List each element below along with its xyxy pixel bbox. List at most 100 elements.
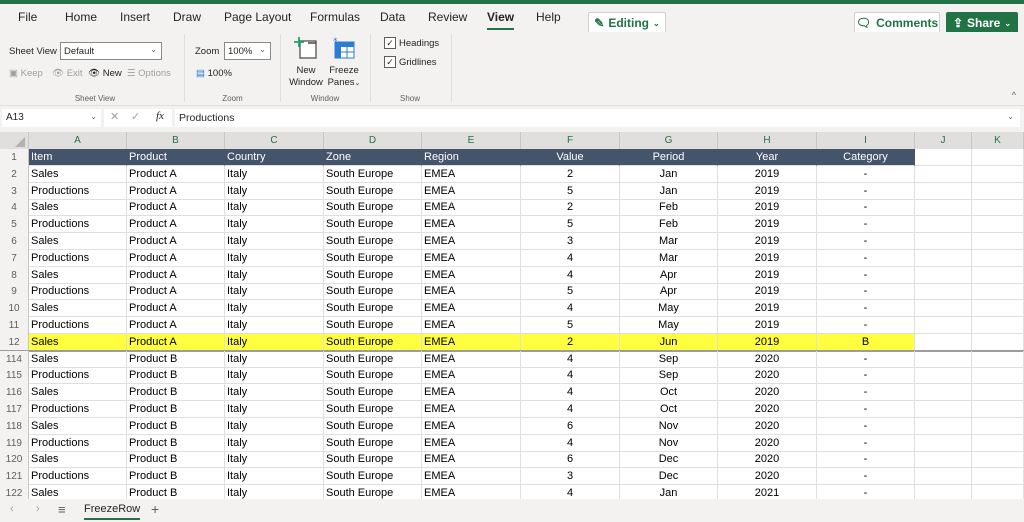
cell-a[interactable]: Sales [29,333,127,351]
cell-a[interactable]: Productions [29,468,127,486]
cell-f[interactable]: 5 [521,216,620,234]
cell-f[interactable]: 6 [521,451,620,469]
cell-e[interactable]: EMEA [422,266,521,284]
tab-help[interactable]: Help [536,10,561,24]
cell-c[interactable]: Italy [225,451,324,469]
cell-f[interactable]: 4 [521,300,620,318]
cell-f[interactable]: 5 [521,182,620,200]
cell-k[interactable] [972,350,1024,368]
cell-f[interactable]: 2 [521,333,620,351]
cell-i[interactable]: - [817,468,915,486]
cell-e[interactable]: EMEA [422,283,521,301]
cell-i[interactable]: - [817,182,915,200]
column-header-k[interactable]: K [972,132,1024,149]
cell-i[interactable]: - [817,401,915,418]
cell-b[interactable]: Product A [127,283,225,301]
headings-checkbox[interactable]: ✓ [384,37,396,49]
collapse-ribbon-icon[interactable]: ^ [1012,90,1016,100]
cell-b[interactable]: Product B [127,350,225,368]
add-sheet-icon[interactable]: + [151,501,159,517]
prev-sheet-icon[interactable]: ‹ [10,503,14,515]
cell-d[interactable]: South Europe [324,401,422,418]
cell-f[interactable]: 4 [521,485,620,499]
row-header[interactable]: 121 [0,468,29,486]
cell-c[interactable]: Italy [225,300,324,318]
tab-home[interactable]: Home [65,10,97,24]
cell-j[interactable] [915,451,972,469]
cell-f[interactable]: 5 [521,317,620,334]
cell-b[interactable]: Product A [127,300,225,318]
cell-d[interactable]: South Europe [324,384,422,402]
cell-g[interactable]: Oct [620,384,718,402]
cell-a[interactable]: Productions [29,401,127,418]
cell-h[interactable]: 2020 [718,384,817,402]
cell-j[interactable] [915,283,972,301]
cell-k[interactable] [972,149,1024,166]
cell-a[interactable]: Productions [29,367,127,385]
sheet-tab-freezerow[interactable]: FreezeRow [84,503,141,520]
cell-c[interactable]: Italy [225,401,324,418]
name-box[interactable]: A13 ⌄ [2,109,101,127]
cell-g[interactable]: Feb [620,216,718,234]
cell-c[interactable]: Italy [225,216,324,234]
cell-k[interactable] [972,283,1024,301]
cell-f[interactable]: 6 [521,417,620,435]
sheet-view-select[interactable]: Default ⌄ [60,42,162,60]
cell-c[interactable]: Italy [225,165,324,183]
cell-e[interactable]: EMEA [422,367,521,385]
cell-c[interactable]: Italy [225,485,324,499]
row-header[interactable]: 115 [0,367,29,385]
cell-g[interactable]: Mar [620,233,718,250]
row-header[interactable]: 1 [0,149,29,166]
cell-c[interactable]: Country [225,149,324,166]
cell-k[interactable] [972,384,1024,402]
cell-d[interactable]: South Europe [324,300,422,318]
cell-g[interactable]: Dec [620,451,718,469]
cell-d[interactable]: South Europe [324,468,422,486]
cell-a[interactable]: Productions [29,434,127,452]
cell-d[interactable]: South Europe [324,417,422,435]
row-header[interactable]: 122 [0,485,29,499]
cell-a[interactable]: Sales [29,485,127,499]
cell-a[interactable]: Productions [29,182,127,200]
cell-e[interactable]: EMEA [422,350,521,368]
cell-a[interactable]: Sales [29,384,127,402]
cell-h[interactable]: 2019 [718,333,817,351]
share-button[interactable]: ⇪ Share ⌄ [946,12,1018,34]
cell-g[interactable]: Nov [620,417,718,435]
cell-k[interactable] [972,182,1024,200]
column-header-i[interactable]: I [817,132,915,149]
cell-g[interactable]: Jun [620,333,718,351]
cell-j[interactable] [915,216,972,234]
column-header-j[interactable]: J [915,132,972,149]
row-header[interactable]: 9 [0,283,29,301]
cancel-icon[interactable]: ✕ [110,110,119,123]
cell-h[interactable]: 2019 [718,182,817,200]
cell-h[interactable]: 2019 [718,283,817,301]
cell-h[interactable]: 2019 [718,317,817,334]
tab-data[interactable]: Data [380,10,405,24]
cell-h[interactable]: 2020 [718,451,817,469]
cell-i[interactable]: - [817,434,915,452]
cell-i[interactable]: - [817,300,915,318]
cell-h[interactable]: 2021 [718,485,817,499]
cell-e[interactable]: EMEA [422,165,521,183]
cell-a[interactable]: Sales [29,417,127,435]
freeze-panes-button[interactable]: * Freeze Panes⌄ [325,36,363,92]
cell-f[interactable]: Value [521,149,620,166]
cell-j[interactable] [915,350,972,368]
options-button[interactable]: ☰ Options [127,68,171,79]
cell-j[interactable] [915,233,972,250]
exit-button[interactable]: 👁 Exit [52,68,83,79]
cell-g[interactable]: Feb [620,199,718,217]
all-sheets-menu-icon[interactable]: ≡ [58,502,66,517]
cell-g[interactable]: May [620,317,718,334]
tab-page-layout[interactable]: Page Layout [224,10,291,24]
column-header-e[interactable]: E [422,132,521,149]
cell-j[interactable] [915,417,972,435]
cell-d[interactable]: South Europe [324,249,422,267]
tab-insert[interactable]: Insert [120,10,150,24]
cell-b[interactable]: Product B [127,485,225,499]
cell-d[interactable]: South Europe [324,451,422,469]
cell-f[interactable]: 4 [521,266,620,284]
